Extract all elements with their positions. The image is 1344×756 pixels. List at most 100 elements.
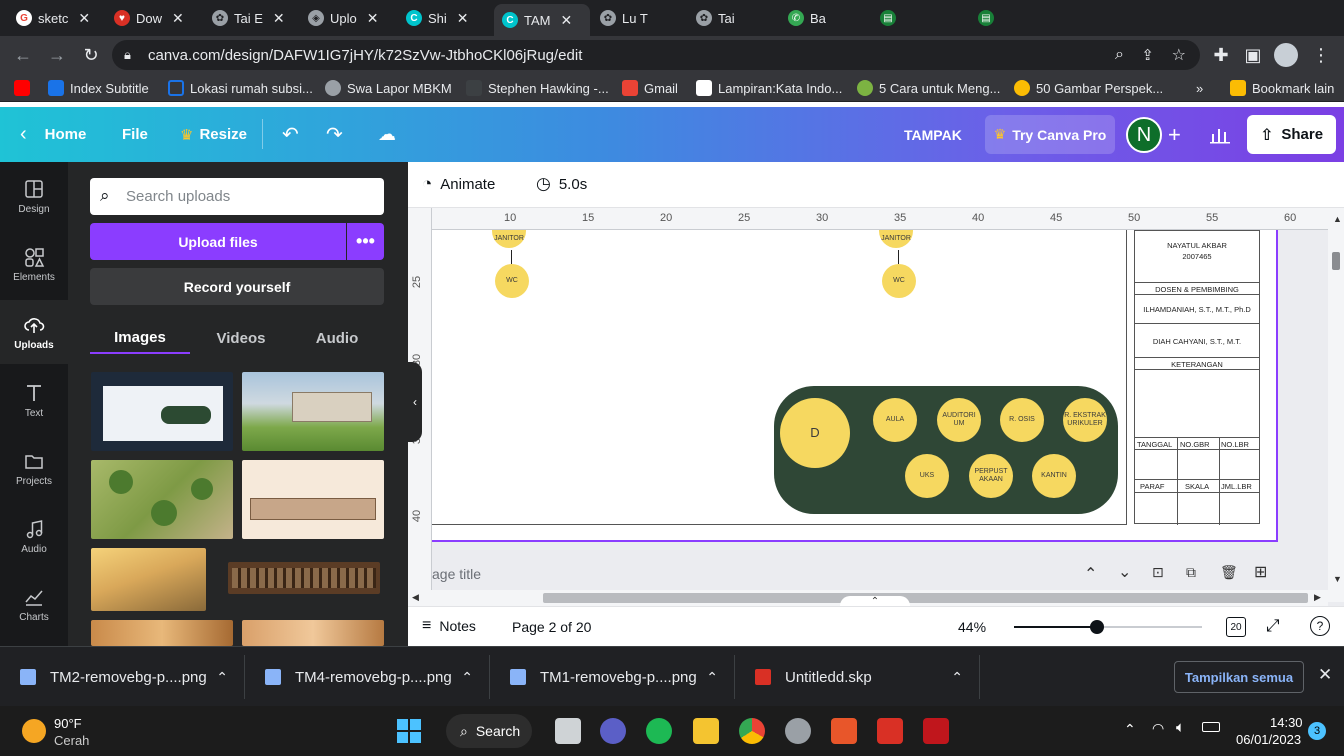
upload-more-options-button[interactable]: ••• bbox=[347, 223, 384, 260]
browser-tab[interactable]: ▤ bbox=[872, 4, 968, 32]
scroll-up-icon[interactable]: ▲ bbox=[1333, 214, 1342, 224]
page-title-input[interactable]: age title bbox=[432, 566, 481, 582]
clock-date[interactable]: 06/01/2023 bbox=[1236, 732, 1301, 747]
notes-button[interactable]: ≡ Notes bbox=[422, 617, 476, 635]
upload-thumbnail[interactable] bbox=[91, 620, 233, 646]
task-view-icon[interactable] bbox=[555, 718, 581, 744]
resize-button[interactable]: ♛ Resize bbox=[180, 107, 247, 162]
notification-badge[interactable]: 3 bbox=[1308, 722, 1326, 740]
settings-gear-icon[interactable] bbox=[785, 718, 811, 744]
close-icon[interactable]: ✕ bbox=[560, 12, 572, 29]
bookmark-item[interactable]: Lokasi rumah subsi... bbox=[168, 79, 313, 97]
room-uks[interactable]: UKS bbox=[905, 454, 949, 498]
browser-tab[interactable]: ✿ Tai bbox=[688, 4, 778, 32]
upload-thumbnail[interactable] bbox=[91, 372, 233, 451]
chevron-up-icon[interactable]: ⌃ bbox=[216, 669, 228, 686]
title-block[interactable]: NAYATUL AKBAR 2007465 DOSEN & PEMBIMBING… bbox=[1134, 230, 1260, 525]
vertical-scrollbar[interactable]: ▲ ▼ bbox=[1328, 208, 1344, 602]
close-icon[interactable]: ✕ bbox=[273, 10, 285, 27]
zoom-slider[interactable] bbox=[1014, 620, 1202, 634]
volume-icon[interactable]: 🔈︎ bbox=[1176, 719, 1185, 736]
design-page[interactable]: JANITOR WC JANITOR WC D AULA AUDITORI UM… bbox=[432, 230, 1278, 542]
clock-time[interactable]: 14:30 bbox=[1270, 715, 1303, 730]
grid-view-button[interactable]: 20 bbox=[1226, 617, 1246, 637]
tab-videos[interactable]: Videos bbox=[196, 322, 286, 354]
rail-elements[interactable]: Elements bbox=[0, 232, 68, 296]
close-icon[interactable]: ✕ bbox=[367, 10, 379, 27]
autocad-icon[interactable] bbox=[923, 718, 949, 744]
add-collaborator-icon[interactable]: + bbox=[1168, 107, 1181, 162]
chrome-icon[interactable] bbox=[739, 718, 765, 744]
scrollbar-thumb[interactable] bbox=[1332, 252, 1340, 270]
spotify-icon[interactable] bbox=[646, 718, 672, 744]
room-wc[interactable]: WC bbox=[495, 264, 529, 298]
download-item[interactable]: TM4-removebg-p....png ⌃ bbox=[245, 655, 490, 699]
browser-menu-icon[interactable]: ⋮ bbox=[1308, 42, 1334, 68]
design-title[interactable]: TAMPAK bbox=[904, 107, 962, 162]
room-janitor[interactable]: JANITOR bbox=[492, 230, 526, 248]
profile-avatar[interactable] bbox=[1274, 43, 1298, 67]
timing-button[interactable]: ◷ 5.0s bbox=[536, 174, 587, 194]
browser-tab[interactable]: ◈ Uplo ✕ bbox=[300, 4, 396, 32]
reload-icon[interactable]: ↻ bbox=[78, 42, 104, 68]
powerpoint-icon[interactable] bbox=[831, 718, 857, 744]
back-icon[interactable]: ← bbox=[10, 42, 36, 68]
rail-audio[interactable]: Audio bbox=[0, 504, 68, 568]
bookmark-item[interactable]: Gmail bbox=[622, 79, 678, 97]
room-d[interactable]: D bbox=[780, 398, 850, 468]
animate-button[interactable]: ◔ Animate bbox=[422, 174, 495, 194]
weather-sun-icon[interactable] bbox=[22, 719, 46, 743]
scroll-right-icon[interactable]: ▶ bbox=[1314, 592, 1321, 603]
chevron-up-icon[interactable]: ⌃ bbox=[1124, 721, 1136, 738]
download-item[interactable]: Untitledd.skp ⌃ bbox=[735, 655, 980, 699]
close-icon[interactable]: ✕ bbox=[457, 10, 469, 27]
room-aula[interactable]: AULA bbox=[873, 398, 917, 442]
tab-audio[interactable]: Audio bbox=[292, 322, 382, 354]
help-icon[interactable]: ? bbox=[1310, 616, 1330, 636]
download-item[interactable]: TM1-removebg-p....png ⌃ bbox=[490, 655, 735, 699]
file-explorer-icon[interactable] bbox=[693, 718, 719, 744]
room-janitor[interactable]: JANITOR bbox=[879, 230, 913, 248]
bookmarks-overflow[interactable]: » bbox=[1196, 79, 1203, 97]
chevron-up-icon[interactable]: ⌃ bbox=[706, 669, 718, 686]
url-input[interactable]: 🔒︎ canva.com/design/DAFW1IG7jHY/k72SzVw-… bbox=[112, 40, 1200, 70]
share-button[interactable]: ⇧ Share bbox=[1247, 115, 1336, 154]
side-panel-icon[interactable]: ▣ bbox=[1240, 42, 1266, 68]
record-yourself-button[interactable]: Record yourself bbox=[90, 268, 384, 305]
rail-charts[interactable]: Charts bbox=[0, 572, 68, 636]
zoom-slider-knob[interactable] bbox=[1090, 620, 1104, 634]
scroll-left-icon[interactable]: ◀ bbox=[412, 592, 419, 603]
try-canva-pro-button[interactable]: ♛ Try Canva Pro bbox=[985, 115, 1115, 154]
room-ekstrakurikuler[interactable]: R. EKSTRAK URIKULER bbox=[1063, 398, 1107, 442]
upload-thumbnail[interactable] bbox=[91, 548, 206, 611]
download-item[interactable]: TM2-removebg-p....png ⌃ bbox=[0, 655, 245, 699]
sketchup-icon[interactable] bbox=[877, 718, 903, 744]
browser-tab[interactable]: ♥ Dow ✕ bbox=[106, 4, 202, 32]
upload-thumbnail[interactable] bbox=[242, 460, 384, 539]
collapse-panel-handle[interactable]: ‹ bbox=[408, 362, 422, 442]
chevron-up-icon[interactable]: ⌃ bbox=[461, 669, 473, 686]
fullscreen-icon[interactable]: ⤢ bbox=[1266, 616, 1280, 636]
zoom-percentage[interactable]: 44% bbox=[958, 619, 986, 635]
bookmark-other-folder[interactable]: Bookmark lain bbox=[1230, 79, 1334, 97]
room-perpustakaan[interactable]: PERPUST AKAAN bbox=[969, 454, 1013, 498]
upload-files-button[interactable]: Upload files bbox=[90, 223, 346, 260]
battery-icon[interactable] bbox=[1202, 722, 1220, 732]
close-icon[interactable]: ✕ bbox=[78, 10, 90, 27]
show-all-downloads-button[interactable]: Tampilkan semua bbox=[1174, 661, 1304, 693]
browser-tab[interactable]: ▤ bbox=[970, 4, 1066, 32]
scrollbar-thumb[interactable] bbox=[543, 593, 1308, 603]
bookmark-item[interactable]: 50 Gambar Perspek... bbox=[1014, 79, 1163, 97]
user-avatar[interactable]: N bbox=[1126, 117, 1162, 153]
browser-tab[interactable]: ✆ Ba bbox=[780, 4, 870, 32]
bookmark-item[interactable]: Lampiran:Kata Indo... bbox=[696, 79, 842, 97]
bookmark-item[interactable]: 5 Cara untuk Meng... bbox=[857, 79, 1000, 97]
forward-icon[interactable]: → bbox=[44, 42, 70, 68]
bookmark-item[interactable]: Index Subtitle bbox=[48, 79, 149, 97]
rail-text[interactable]: Text bbox=[0, 368, 68, 432]
room-auditorium[interactable]: AUDITORI UM bbox=[937, 398, 981, 442]
duplicate-icon[interactable]: ⧉ bbox=[1186, 564, 1196, 581]
share-page-icon[interactable]: ⇪ bbox=[1141, 46, 1154, 64]
rail-projects[interactable]: Projects bbox=[0, 436, 68, 500]
bookmark-youtube[interactable] bbox=[14, 79, 36, 97]
